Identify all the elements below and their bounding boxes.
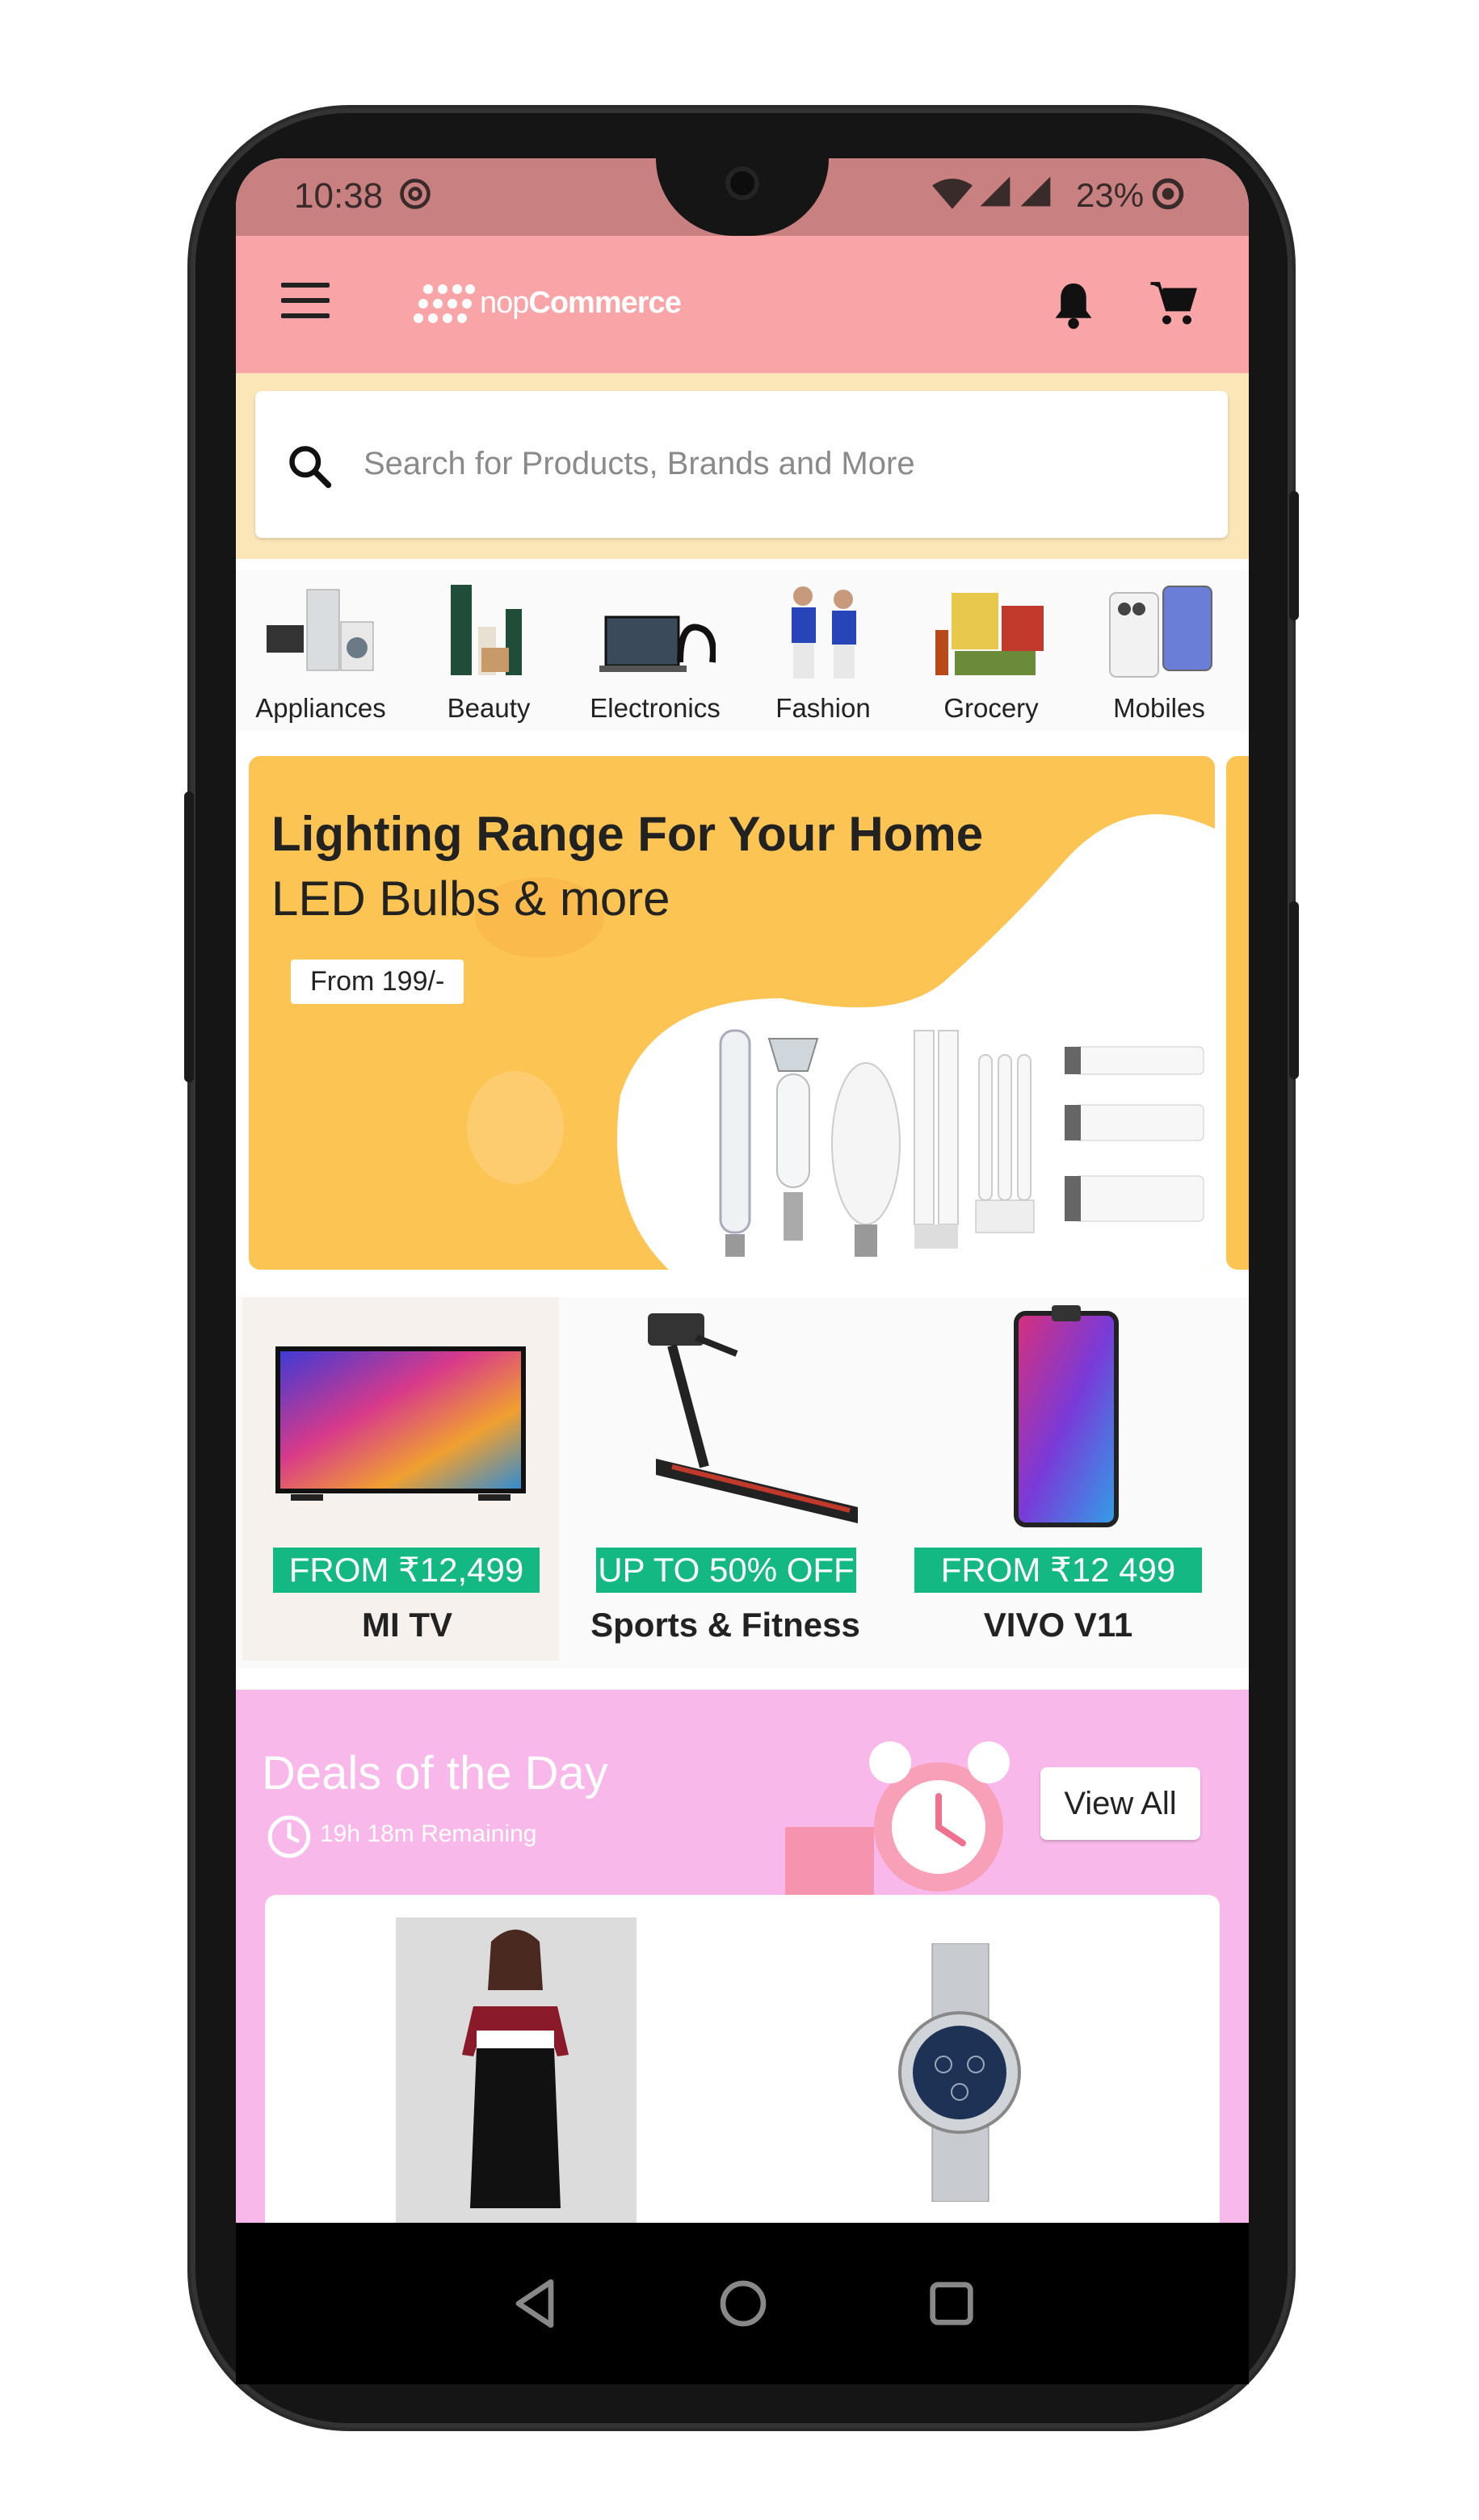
grocery-image — [935, 593, 1044, 675]
category-grocery[interactable]: Grocery — [914, 570, 1068, 732]
search-placeholder: Search for Products, Brands and More — [363, 446, 915, 481]
search-section: Search for Products, Brands and More — [236, 373, 1249, 559]
battery-text: 23% — [1076, 176, 1145, 214]
battery-ring-icon — [1152, 178, 1184, 210]
app-bar: nopCommerce — [236, 236, 1249, 373]
category-beauty[interactable]: Beauty — [412, 570, 565, 732]
at-sign-icon — [400, 178, 431, 209]
promo-title: VIVO V11 — [983, 1606, 1133, 1644]
promo-sports-fitness[interactable]: UP TO 50% OFF Sports & Fitness — [575, 1297, 906, 1661]
mi-tv-image — [275, 1346, 526, 1501]
nopcommerce-logo-icon — [412, 283, 475, 328]
mobiles-image — [1109, 586, 1212, 678]
home-icon[interactable] — [711, 2271, 775, 2336]
category-label: Beauty — [447, 693, 531, 723]
promo-title: Sports & Fitness — [590, 1606, 860, 1644]
lighting-banner[interactable]: Lighting Range For Your Home LED Bulbs &… — [249, 756, 1215, 1270]
power-button — [1289, 491, 1299, 620]
menu-icon[interactable] — [281, 283, 330, 318]
alarm-clock-illustration — [785, 1741, 1010, 1900]
light-bulbs-image — [719, 1029, 1204, 1257]
logo-text-light: nop — [480, 286, 529, 320]
next-banner-peek[interactable] — [1226, 756, 1249, 1270]
banner-price-badge: From 199/- — [291, 960, 464, 1004]
deal-product-watch[interactable] — [879, 1942, 1040, 2203]
clock-icon — [267, 1815, 311, 1858]
dress-image — [462, 1930, 569, 2208]
search-input[interactable]: Search for Products, Brands and More — [255, 391, 1228, 538]
promo-tag: FROM ₹12 499 — [914, 1548, 1202, 1593]
appliances-image — [267, 589, 374, 671]
view-all-button[interactable]: View All — [1040, 1767, 1200, 1840]
back-icon[interactable] — [502, 2271, 567, 2336]
signal-roaming-icon — [1020, 176, 1051, 207]
category-electronics[interactable]: Electronics — [578, 570, 732, 732]
category-label: Fashion — [775, 693, 871, 723]
vivo-phone-image — [1014, 1305, 1119, 1527]
category-label: Mobiles — [1113, 693, 1205, 723]
category-label: Grocery — [943, 693, 1039, 723]
deal-product-dress[interactable] — [396, 1917, 637, 2223]
category-label: Appliances — [255, 693, 386, 723]
category-mobiles[interactable]: Mobiles — [1082, 570, 1236, 732]
category-label: Electronics — [590, 693, 721, 723]
watch-image — [898, 1942, 1021, 2203]
category-fashion[interactable]: Fashion — [746, 570, 900, 732]
promo-tag: FROM ₹12,499 — [273, 1548, 540, 1593]
recents-icon[interactable] — [919, 2271, 984, 2336]
promo-row: FROM ₹12,499 MI TV UP TO 50% OFF Sports … — [236, 1297, 1249, 1669]
side-button-left — [184, 792, 194, 1082]
deal-card — [265, 1895, 1220, 2223]
status-time: 10:38 — [294, 176, 384, 216]
banner-title: Lighting Range For Your Home — [271, 807, 984, 861]
search-icon — [289, 446, 332, 489]
fashion-image — [792, 586, 856, 678]
category-strip: Appliances Beauty Electronics Fashion Gr… — [236, 570, 1249, 732]
category-appliances[interactable]: Appliances — [244, 570, 397, 732]
signal-icon — [980, 176, 1011, 207]
app-logo: nopCommerce — [480, 286, 682, 321]
banner-subtitle: LED Bulbs & more — [271, 872, 670, 926]
cart-icon[interactable] — [1149, 279, 1197, 328]
beauty-image — [451, 585, 522, 675]
notification-bell-icon[interactable] — [1052, 279, 1095, 331]
deals-title: Deals of the Day — [262, 1747, 608, 1800]
app-screen: 10:38 23% nopCommerce Search for Product… — [236, 158, 1249, 2223]
logo-text-bold: Commerce — [528, 286, 681, 320]
electronics-image — [599, 615, 716, 672]
wifi-icon — [932, 178, 973, 209]
front-camera — [725, 166, 759, 200]
promo-vivo-v11[interactable]: FROM ₹12 499 VIVO V11 — [911, 1297, 1249, 1661]
deals-timer: 19h 18m Remaining — [320, 1821, 537, 1847]
promo-tag: UP TO 50% OFF — [596, 1548, 856, 1593]
promo-mi-tv[interactable]: FROM ₹12,499 MI TV — [242, 1297, 559, 1661]
volume-button — [1289, 901, 1299, 1079]
promo-title: MI TV — [362, 1606, 452, 1644]
treadmill-image — [648, 1313, 858, 1523]
system-nav-bar — [236, 2223, 1249, 2384]
deals-of-the-day: Deals of the Day 19h 18m Remaining View … — [236, 1690, 1249, 2223]
